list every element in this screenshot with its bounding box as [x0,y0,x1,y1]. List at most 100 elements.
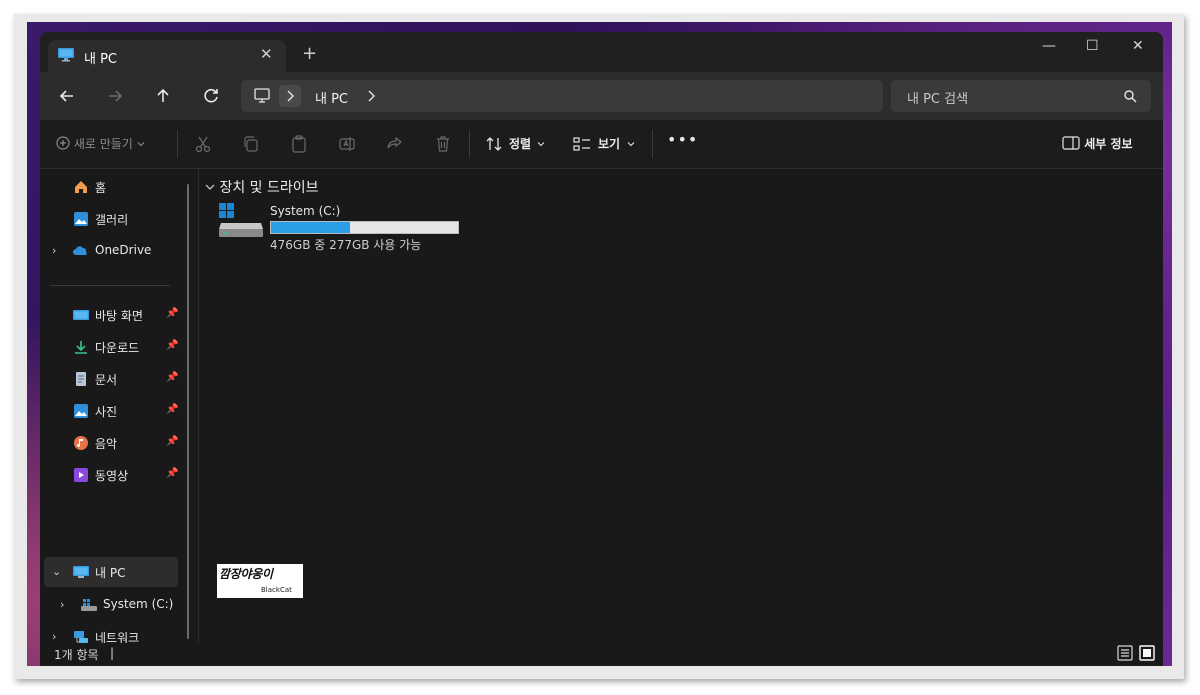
tab-title: 내 PC [84,52,118,67]
details-pane-icon [1062,136,1080,150]
close-tab-icon[interactable]: ✕ [260,45,273,63]
sidebar-item-music[interactable]: 음악 📌 [40,429,198,457]
copy-icon[interactable] [241,134,261,154]
sidebar-label: 동영상 [95,469,129,483]
watermark-title: 깜장야옹이 [219,567,273,581]
sidebar-item-onedrive[interactable]: › OneDrive [40,237,198,265]
download-icon [75,341,87,354]
sidebar-item-gallery[interactable]: 갤러리 [40,205,198,233]
home-icon [75,181,87,193]
sidebar-item-home[interactable]: 홈 [40,173,198,201]
onedrive-cloud-icon [73,246,87,255]
chevron-down-icon[interactable] [537,140,545,148]
sidebar-item-downloads[interactable]: 다운로드 📌 [40,333,198,361]
text-cursor: | [110,646,115,660]
search-box[interactable]: 내 PC 검색 [891,80,1151,112]
sidebar-item-this-pc[interactable]: ⌄ 내 PC [44,557,178,587]
document-icon [76,372,86,386]
minimize-button[interactable]: — [1042,38,1056,54]
navigation-pane: 홈 갤러리 › OneDrive 바탕 화면 📌 다운로드 📌 문서 📌 사진 … [40,169,198,645]
chevron-right-icon [287,90,294,102]
sort-icon[interactable] [484,134,504,154]
paste-icon[interactable] [289,134,309,154]
pin-icon[interactable]: 📌 [166,436,178,447]
rename-icon[interactable] [337,134,357,154]
pictures-icon [74,404,88,418]
sidebar-item-documents[interactable]: 문서 📌 [40,365,198,393]
plus-circle-icon [56,136,70,150]
cut-icon[interactable] [193,134,213,154]
sidebar-label: 내 PC [95,566,126,580]
pin-icon[interactable]: 📌 [166,340,178,351]
watermark-logo: 깜장야옹이 BlackCat [217,564,303,598]
sidebar-item-desktop[interactable]: 바탕 화면 📌 [40,301,198,329]
gallery-icon [74,212,88,226]
sidebar-label: 홈 [95,181,107,195]
pin-icon[interactable]: 📌 [166,308,178,319]
chevron-right-icon[interactable]: › [60,598,64,611]
view-button[interactable]: 보기 [598,135,620,152]
up-arrow-icon[interactable] [151,84,175,108]
toolbar-divider [652,130,653,158]
chevron-right-icon[interactable]: › [52,630,56,643]
new-tab-button[interactable]: + [302,43,317,64]
maximize-button[interactable]: ☐ [1086,38,1099,54]
file-explorer-window: 내 PC ✕ + — ☐ ✕ 내 PC 내 PC 검색 새로 만들기 정렬 보기… [40,32,1163,666]
forward-arrow-icon[interactable] [103,84,127,108]
sidebar-label: 바탕 화면 [95,309,143,323]
address-bar[interactable]: 내 PC [241,80,883,112]
new-button-label: 새로 만들기 [73,137,133,151]
chevron-down-icon [137,142,145,147]
breadcrumb-this-pc[interactable]: 내 PC [315,88,348,107]
drive-usage-bar [270,221,459,234]
drive-space-info: 476GB 중 277GB 사용 가능 [270,238,422,252]
refresh-icon[interactable] [199,84,223,108]
sort-button[interactable]: 정렬 [509,135,531,152]
sidebar-label: 갤러리 [95,213,129,227]
pin-icon[interactable]: 📌 [166,372,178,383]
pin-icon[interactable]: 📌 [166,404,178,415]
pin-icon[interactable]: 📌 [166,468,178,479]
chevron-down-icon[interactable] [627,140,635,148]
music-icon [74,436,88,450]
chevron-down-icon [205,184,215,190]
monitor-icon [73,566,89,578]
breadcrumb-chevron-button[interactable] [279,85,301,107]
details-pane-label: 세부 정보 [1084,137,1133,151]
sidebar-item-system-drive[interactable]: › System (C:) [40,591,198,619]
sidebar-label: OneDrive [95,243,152,257]
sidebar-label: 문서 [95,373,118,387]
drive-item-system[interactable]: System (C:) 476GB 중 277GB 사용 가능 [219,203,479,252]
toolbar-divider [469,130,470,158]
watermark-subtitle: BlackCat [261,586,292,594]
sidebar-divider [50,285,170,286]
tiles-view-icon[interactable] [1139,645,1155,661]
chevron-right-icon[interactable]: › [52,244,56,257]
details-view-icon[interactable] [1117,645,1133,661]
chevron-down-icon[interactable]: ⌄ [52,565,61,578]
drive-icon [81,599,97,611]
view-layout-icon[interactable] [572,134,592,154]
close-window-button[interactable]: ✕ [1132,38,1144,54]
toolbar-divider [177,130,178,158]
tab-this-pc[interactable]: 내 PC ✕ [48,40,286,72]
desktop-icon [73,310,89,320]
command-bar: 새로 만들기 정렬 보기 ••• 세부 정보 [40,120,1163,169]
group-header[interactable]: 장치 및 드라이브 [205,177,319,197]
status-bar: 1개 항목 | [40,643,1163,666]
back-arrow-icon[interactable] [55,84,79,108]
sidebar-item-videos[interactable]: 동영상 📌 [40,461,198,489]
share-icon[interactable] [385,134,405,154]
see-more-button[interactable]: ••• [667,130,698,149]
group-title: 장치 및 드라이브 [219,180,319,196]
computer-icon [254,88,270,103]
sidebar-scrollbar[interactable] [187,184,189,639]
search-input[interactable]: 내 PC 검색 [907,88,968,107]
details-pane-button[interactable]: 세부 정보 [1062,135,1133,152]
chevron-right-icon[interactable] [365,88,379,104]
new-button[interactable]: 새로 만들기 [56,135,145,152]
sidebar-label: 다운로드 [95,341,140,355]
delete-icon[interactable] [433,134,453,154]
drive-icon [219,203,263,237]
sidebar-item-pictures[interactable]: 사진 📌 [40,397,198,425]
